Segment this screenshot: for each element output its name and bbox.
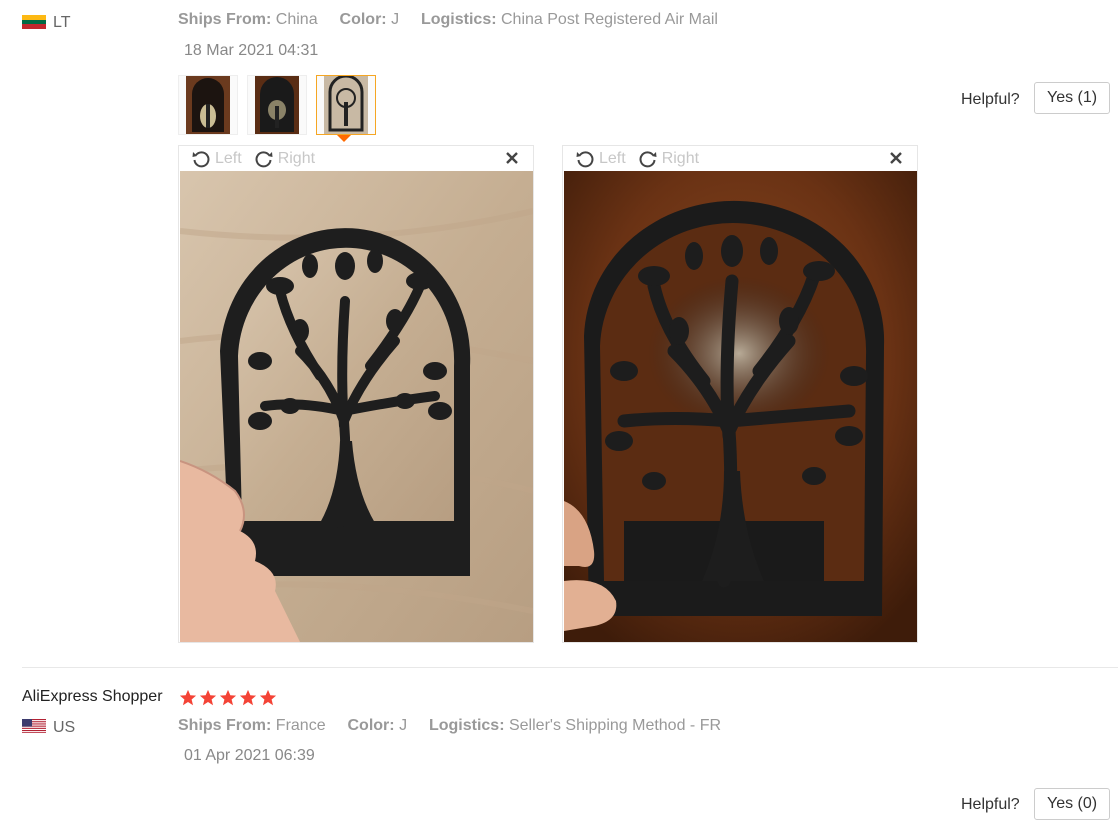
rotate-left-button[interactable]: Left	[191, 149, 242, 169]
review-date: 18 Mar 2021 04:31	[184, 42, 319, 59]
review-date: 01 Apr 2021 06:39	[184, 747, 315, 764]
photo-viewer: Left Right	[562, 145, 918, 643]
rotate-right-icon	[639, 150, 657, 167]
logistics-value: China Post Registered Air Mail	[501, 11, 718, 28]
rotate-right-label: Right	[661, 149, 700, 167]
photo-viewer-toolbar: Left Right	[563, 146, 917, 171]
color-label: Color:	[347, 717, 395, 734]
star-icon	[239, 689, 257, 706]
review-photo-tree-bookend-lit	[564, 171, 917, 642]
reviewer-country: US	[53, 719, 76, 736]
helpful-label: Helpful?	[961, 91, 1020, 108]
review-attributes: Ships From: China Color: J Logistics: Ch…	[178, 11, 718, 29]
photo-thumbnail-image	[255, 76, 299, 134]
helpful-yes-button[interactable]: Yes (1)	[1034, 82, 1111, 114]
star-icon	[219, 689, 237, 706]
reviewer-name: AliExpress Shopper	[22, 688, 163, 705]
star-icon	[259, 689, 277, 706]
color-label: Color:	[339, 11, 387, 28]
logistics-label: Logistics:	[428, 717, 505, 734]
lithuania-flag-icon	[22, 15, 46, 29]
star-icon	[199, 689, 217, 706]
rotate-left-button[interactable]: Left	[575, 149, 626, 169]
helpful-yes-button[interactable]: Yes (0)	[1034, 788, 1111, 820]
color-value: J	[391, 11, 400, 28]
color-value: J	[399, 717, 408, 734]
review-photo-thumbnail-selected[interactable]	[316, 75, 376, 135]
us-flag-icon	[22, 719, 46, 733]
star-icon	[179, 689, 197, 706]
photo-viewer: Left Right	[178, 145, 534, 643]
review-photo-thumbnail[interactable]	[178, 75, 238, 135]
close-icon[interactable]	[889, 151, 903, 165]
rotate-right-label: Right	[277, 149, 316, 167]
logistics-label: Logistics:	[420, 11, 497, 28]
logistics-value: Seller's Shipping Method - FR	[508, 717, 722, 734]
rotate-right-icon	[255, 150, 273, 167]
review-photo-tree-bookend	[180, 171, 533, 642]
rotate-left-icon	[576, 150, 594, 167]
rotate-left-label: Left	[599, 149, 626, 167]
review-attributes: Ships From: France Color: J Logistics: S…	[178, 717, 721, 735]
reviewer-country: LT	[53, 14, 71, 31]
review-photo-thumbnail[interactable]	[247, 75, 307, 135]
photo-thumbnail-image	[186, 76, 230, 134]
ships-from-value: China	[275, 11, 318, 28]
photo-thumbnail-image	[324, 76, 368, 134]
ships-from-value: France	[275, 717, 326, 734]
photo-viewer-toolbar: Left Right	[179, 146, 533, 171]
rotate-left-icon	[192, 150, 210, 167]
ships-from-label: Ships From:	[178, 11, 272, 28]
rotate-right-button[interactable]: Right	[638, 149, 699, 169]
rotate-right-button[interactable]: Right	[254, 149, 315, 169]
selected-thumbnail-caret	[337, 135, 351, 142]
star-rating	[179, 689, 277, 707]
rotate-left-label: Left	[215, 149, 242, 167]
ships-from-label: Ships From:	[178, 717, 272, 734]
helpful-label: Helpful?	[961, 796, 1020, 813]
review-divider	[22, 667, 1118, 668]
close-icon[interactable]	[505, 151, 519, 165]
